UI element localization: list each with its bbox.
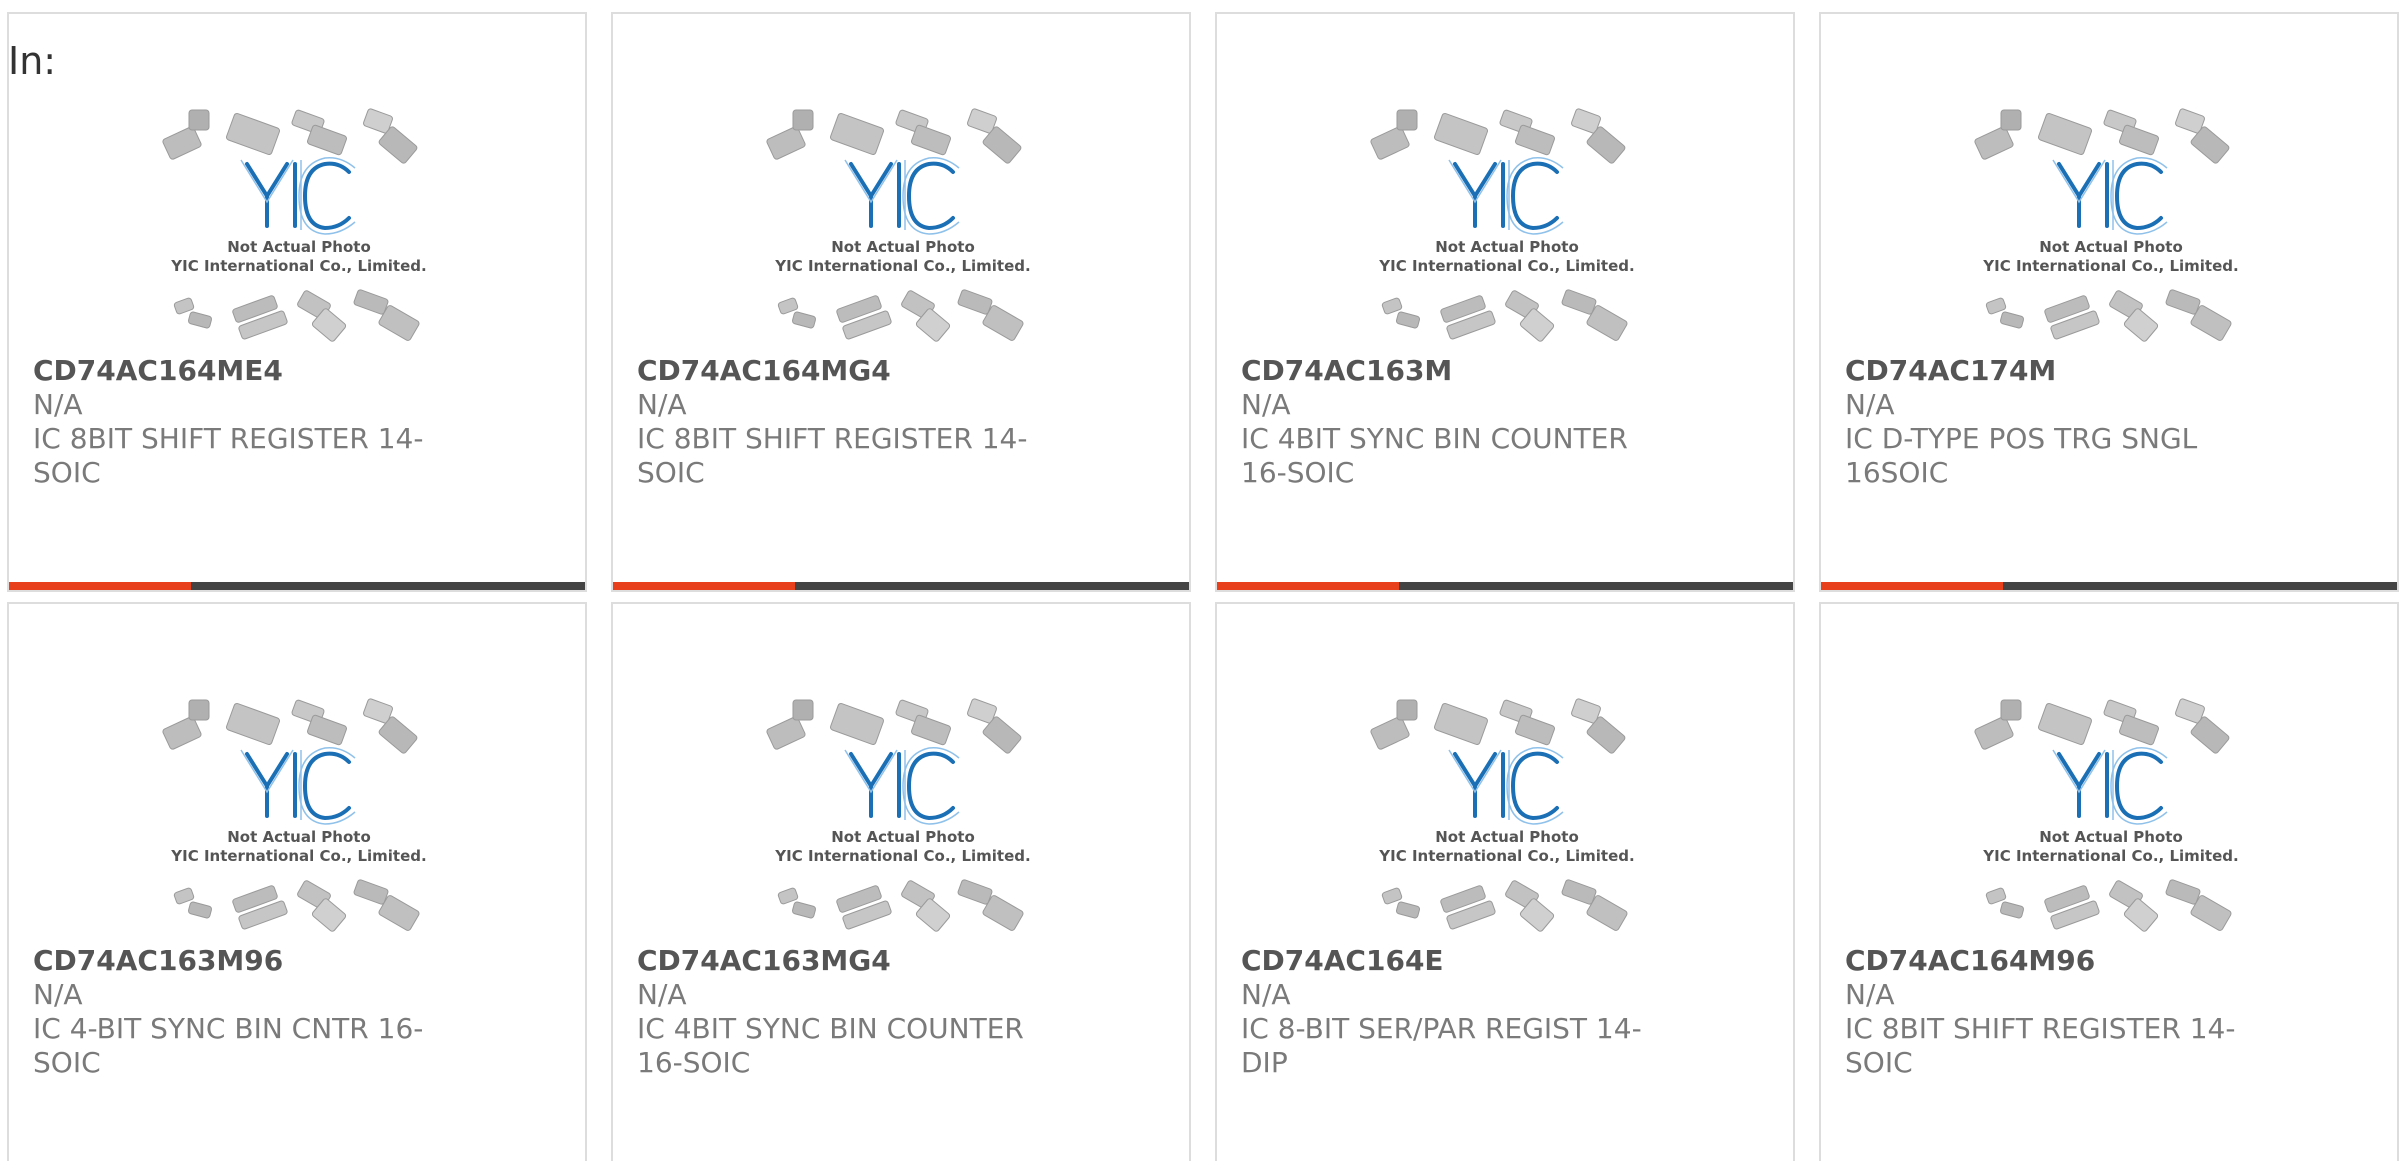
svg-text:YIC International Co., Limited: YIC International Co., Limited. <box>1982 847 2238 865</box>
product-description: IC 4BIT SYNC BIN COUNTER 16-SOIC <box>1241 422 1628 489</box>
product-part-number[interactable]: CD74AC164MG4 <box>637 354 1057 388</box>
card-footer-bar <box>613 582 1189 590</box>
product-info: CD74AC164ME4 N/A IC 8BIT SHIFT REGISTER … <box>33 354 453 490</box>
not-actual-photo-image: Not Actual Photo YIC International Co., … <box>162 108 427 342</box>
product-image[interactable]: Not Actual Photo YIC International Co., … <box>763 104 1043 354</box>
card-accent-bar <box>1821 582 2003 590</box>
svg-text:Not Actual Photo: Not Actual Photo <box>1435 238 1579 256</box>
svg-text:Not Actual Photo: Not Actual Photo <box>227 828 371 846</box>
not-actual-photo-image: Not Actual Photo YIC International Co., … <box>1370 698 1635 932</box>
product-image[interactable]: Not Actual Photo YIC International Co., … <box>1971 694 2251 944</box>
product-image[interactable]: Not Actual Photo YIC International Co., … <box>159 694 439 944</box>
product-card[interactable]: Not Actual Photo YIC International Co., … <box>1819 602 2399 1161</box>
svg-text:Not Actual Photo: Not Actual Photo <box>1435 828 1579 846</box>
svg-text:YIC International Co., Limited: YIC International Co., Limited. <box>170 847 426 865</box>
product-card[interactable]: Not Actual Photo YIC International Co., … <box>1215 12 1795 592</box>
product-description: IC 8BIT SHIFT REGISTER 14-SOIC <box>1845 1012 2236 1079</box>
product-info: CD74AC164E N/A IC 8-BIT SER/PAR REGIST 1… <box>1241 944 1661 1080</box>
product-part-number[interactable]: CD74AC174M <box>1845 354 2265 388</box>
product-card[interactable]: Not Actual Photo YIC International Co., … <box>7 12 587 592</box>
product-description: IC 8BIT SHIFT REGISTER 14-SOIC <box>637 422 1028 489</box>
product-info: CD74AC163M96 N/A IC 4-BIT SYNC BIN CNTR … <box>33 944 453 1080</box>
product-part-number[interactable]: CD74AC164ME4 <box>33 354 453 388</box>
product-info: CD74AC164MG4 N/A IC 8BIT SHIFT REGISTER … <box>637 354 1057 490</box>
svg-text:YIC International Co., Limited: YIC International Co., Limited. <box>170 257 426 275</box>
product-part-number[interactable]: CD74AC164E <box>1241 944 1661 978</box>
product-info: CD74AC174M N/A IC D-TYPE POS TRG SNGL 16… <box>1845 354 2265 490</box>
product-info: CD74AC163M N/A IC 4BIT SYNC BIN COUNTER … <box>1241 354 1661 490</box>
product-card[interactable]: Not Actual Photo YIC International Co., … <box>7 602 587 1161</box>
not-actual-photo-image: Not Actual Photo YIC International Co., … <box>1370 108 1635 342</box>
card-accent-bar <box>613 582 795 590</box>
product-info: CD74AC163MG4 N/A IC 4BIT SYNC BIN COUNTE… <box>637 944 1057 1080</box>
card-footer-bar <box>1217 582 1793 590</box>
svg-text:Not Actual Photo: Not Actual Photo <box>831 238 975 256</box>
card-accent-bar <box>1217 582 1399 590</box>
svg-text:YIC International Co., Limited: YIC International Co., Limited. <box>1378 847 1634 865</box>
not-actual-photo-image: Not Actual Photo YIC International Co., … <box>1974 698 2239 932</box>
product-manufacturer: N/A <box>33 388 83 421</box>
product-description: IC 4BIT SYNC BIN COUNTER 16-SOIC <box>637 1012 1024 1079</box>
product-card[interactable]: Not Actual Photo YIC International Co., … <box>1215 602 1795 1161</box>
product-image[interactable]: Not Actual Photo YIC International Co., … <box>1367 694 1647 944</box>
card-footer-bar <box>1821 582 2397 590</box>
svg-text:Not Actual Photo: Not Actual Photo <box>831 828 975 846</box>
not-actual-photo-image: Not Actual Photo YIC International Co., … <box>766 698 1031 932</box>
not-actual-photo-image: Not Actual Photo YIC International Co., … <box>1974 108 2239 342</box>
product-grid: Not Actual Photo YIC International Co., … <box>7 12 2399 1161</box>
svg-text:YIC International Co., Limited: YIC International Co., Limited. <box>774 257 1030 275</box>
product-part-number[interactable]: CD74AC163M96 <box>33 944 453 978</box>
svg-text:YIC International Co., Limited: YIC International Co., Limited. <box>774 847 1030 865</box>
product-image[interactable]: Not Actual Photo YIC International Co., … <box>1367 104 1647 354</box>
product-manufacturer: N/A <box>1845 388 1895 421</box>
svg-text:Not Actual Photo: Not Actual Photo <box>2039 828 2183 846</box>
product-part-number[interactable]: CD74AC163M <box>1241 354 1661 388</box>
product-listing-page: In: Not Actual Photo YIC International C… <box>0 0 2400 1161</box>
product-image[interactable]: Not Actual Photo YIC International Co., … <box>1971 104 2251 354</box>
svg-text:Not Actual Photo: Not Actual Photo <box>227 238 371 256</box>
svg-text:YIC International Co., Limited: YIC International Co., Limited. <box>1982 257 2238 275</box>
product-card[interactable]: Not Actual Photo YIC International Co., … <box>1819 12 2399 592</box>
product-description: IC 8BIT SHIFT REGISTER 14-SOIC <box>33 422 424 489</box>
product-card[interactable]: Not Actual Photo YIC International Co., … <box>611 602 1191 1161</box>
not-actual-photo-image: Not Actual Photo YIC International Co., … <box>162 698 427 932</box>
svg-text:YIC International Co., Limited: YIC International Co., Limited. <box>1378 257 1634 275</box>
product-image[interactable]: Not Actual Photo YIC International Co., … <box>159 104 439 354</box>
card-footer-bar <box>9 582 585 590</box>
product-manufacturer: N/A <box>637 388 687 421</box>
filter-label: In: <box>8 39 57 83</box>
product-image[interactable]: Not Actual Photo YIC International Co., … <box>763 694 1043 944</box>
product-part-number[interactable]: CD74AC164M96 <box>1845 944 2265 978</box>
product-description: IC 8-BIT SER/PAR REGIST 14-DIP <box>1241 1012 1642 1079</box>
product-manufacturer: N/A <box>33 978 83 1011</box>
product-part-number[interactable]: CD74AC163MG4 <box>637 944 1057 978</box>
product-manufacturer: N/A <box>1241 388 1291 421</box>
product-description: IC D-TYPE POS TRG SNGL 16SOIC <box>1845 422 2198 489</box>
product-manufacturer: N/A <box>1241 978 1291 1011</box>
product-card[interactable]: Not Actual Photo YIC International Co., … <box>611 12 1191 592</box>
product-info: CD74AC164M96 N/A IC 8BIT SHIFT REGISTER … <box>1845 944 2265 1080</box>
product-manufacturer: N/A <box>1845 978 1895 1011</box>
not-actual-photo-image: Not Actual Photo YIC International Co., … <box>766 108 1031 342</box>
product-manufacturer: N/A <box>637 978 687 1011</box>
svg-text:Not Actual Photo: Not Actual Photo <box>2039 238 2183 256</box>
card-accent-bar <box>9 582 191 590</box>
product-description: IC 4-BIT SYNC BIN CNTR 16-SOIC <box>33 1012 424 1079</box>
